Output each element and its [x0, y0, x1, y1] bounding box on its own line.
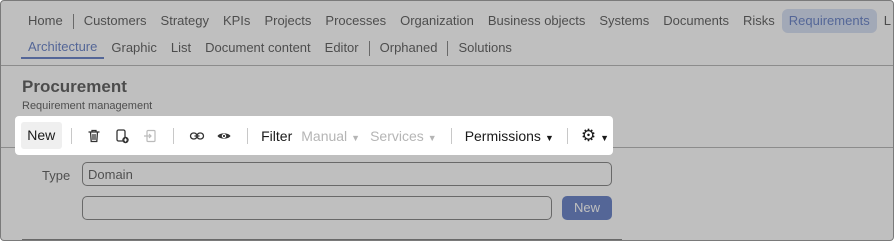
add-requirement-button[interactable]: New — [562, 196, 612, 220]
tab-solutions[interactable]: Solutions — [451, 38, 518, 58]
nav-divider — [72, 13, 74, 29]
tab-architecture[interactable]: Architecture — [21, 37, 105, 59]
permissions-dropdown[interactable]: Permissions ▼ — [461, 128, 558, 144]
chevron-down-icon: ▼ — [600, 132, 610, 143]
nav-requirements[interactable]: Requirements — [781, 9, 877, 33]
toolbar-separator — [247, 127, 249, 144]
secondary-nav: Architecture Graphic List Document conte… — [21, 37, 519, 59]
tab-editor[interactable]: Editor — [318, 38, 366, 58]
nav-home[interactable]: Home — [21, 9, 70, 33]
toolbar-separator — [172, 127, 174, 144]
type-field[interactable]: Domain — [82, 162, 612, 186]
permissions-label: Permissions — [464, 127, 541, 144]
new-button[interactable]: New — [21, 122, 62, 149]
page-subtitle: Requirement management — [22, 100, 153, 112]
manual-dropdown: Manual ▼ — [296, 128, 365, 144]
gear-icon: ⚙ — [580, 125, 597, 145]
copy-add-icon[interactable] — [111, 125, 133, 147]
page-title: Procurement — [22, 77, 127, 96]
services-dropdown: Services ▼ — [365, 128, 442, 144]
filter-button[interactable]: Filter — [257, 128, 296, 144]
name-input[interactable] — [82, 196, 552, 220]
tab-orphaned[interactable]: Orphaned — [373, 38, 445, 58]
primary-nav: Home Customers Strategy KPIs Projects Pr… — [21, 9, 893, 33]
chevron-down-icon: ▼ — [351, 132, 361, 143]
tab-divider — [447, 40, 449, 56]
toolbar-separator — [70, 127, 72, 144]
services-label: Services — [370, 127, 424, 144]
type-label: Type — [42, 168, 71, 183]
tab-list[interactable]: List — [164, 38, 198, 58]
chevron-down-icon: ▼ — [427, 132, 437, 143]
nav-processes[interactable]: Processes — [318, 9, 393, 33]
nav-kpis[interactable]: KPIs — [216, 9, 257, 33]
nav-projects[interactable]: Projects — [257, 9, 318, 33]
header-divider — [1, 65, 893, 66]
tab-document-content[interactable]: Document content — [198, 38, 318, 58]
tab-graphic[interactable]: Graphic — [104, 38, 164, 58]
table-header-line — [22, 239, 622, 240]
app-window: Home Customers Strategy KPIs Projects Pr… — [0, 0, 894, 241]
eye-icon[interactable] — [213, 125, 235, 147]
settings-dropdown[interactable]: ⚙ ▼ — [577, 126, 613, 146]
nav-organization[interactable]: Organization — [393, 9, 481, 33]
trash-icon[interactable] — [83, 125, 105, 147]
nav-truncated-item[interactable]: L — [877, 9, 893, 33]
nav-risks[interactable]: Risks — [736, 9, 782, 33]
export-icon — [139, 125, 161, 147]
nav-systems[interactable]: Systems — [592, 9, 656, 33]
highlighted-toolbar: New Filter Manual ▼ Services ▼ Permissions… — [15, 116, 613, 155]
nav-business-objects[interactable]: Business objects — [481, 9, 593, 33]
nav-customers[interactable]: Customers — [77, 9, 154, 33]
tab-divider — [368, 40, 370, 56]
toolbar-separator — [566, 127, 568, 144]
chevron-down-icon: ▼ — [544, 132, 554, 143]
nav-strategy[interactable]: Strategy — [154, 9, 216, 33]
link-icon[interactable] — [186, 125, 208, 147]
manual-label: Manual — [301, 127, 348, 144]
toolbar-separator — [450, 127, 452, 144]
nav-documents[interactable]: Documents — [656, 9, 736, 33]
